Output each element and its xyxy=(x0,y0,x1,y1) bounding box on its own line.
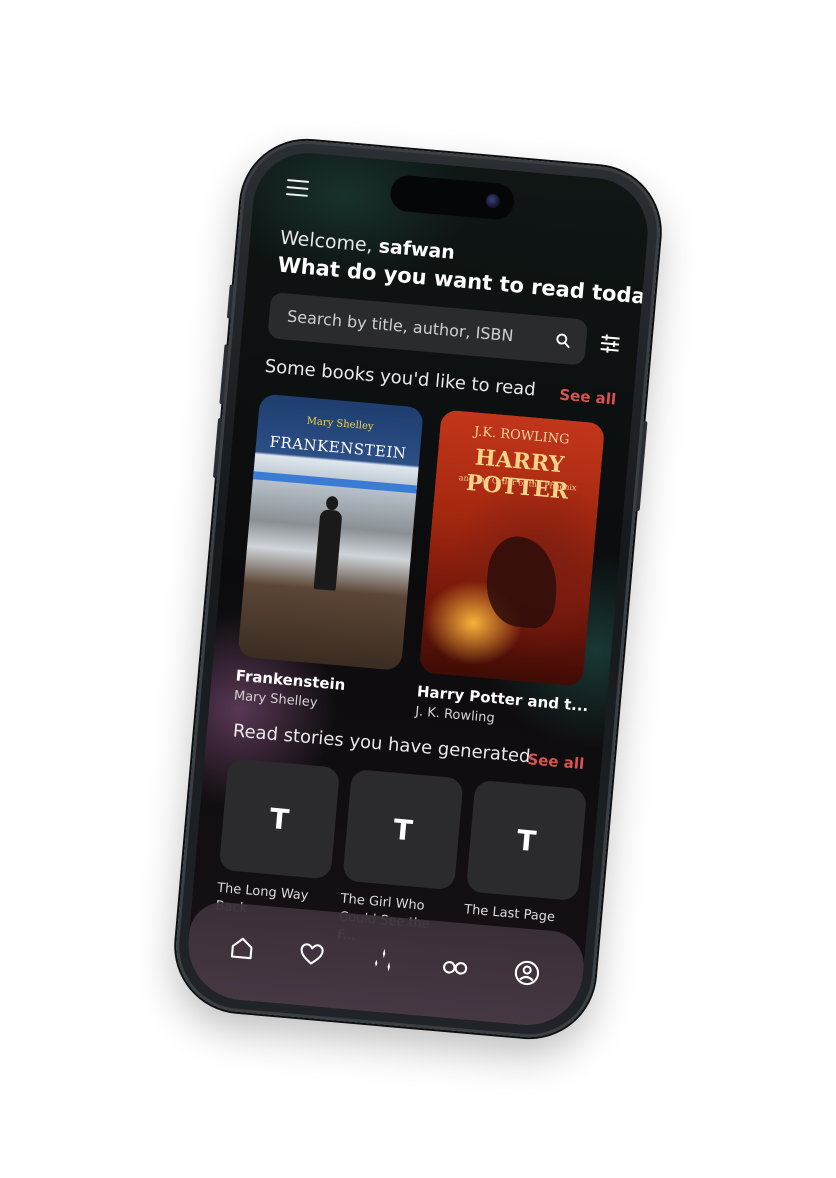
story-thumbnail[interactable]: T xyxy=(342,768,464,891)
menu-icon[interactable] xyxy=(285,179,310,197)
story-thumbnail[interactable]: T xyxy=(465,779,588,902)
camera-icon xyxy=(485,193,501,209)
cover-band xyxy=(252,471,418,494)
book-cover[interactable]: J.K. ROWLING HARRY POTTER and the Order … xyxy=(418,409,606,687)
search-input[interactable] xyxy=(284,305,550,350)
cover-title: FRANKENSTEIN xyxy=(268,432,408,463)
tab-reading[interactable] xyxy=(440,952,470,982)
tab-generate[interactable] xyxy=(368,945,398,975)
book-card-harry-potter[interactable]: J.K. ROWLING HARRY POTTER and the Order … xyxy=(415,409,606,733)
tab-profile[interactable] xyxy=(512,958,542,988)
profile-icon[interactable] xyxy=(512,958,542,988)
app-screen: Welcome, safwan What do you want to read… xyxy=(183,148,653,1030)
tab-home[interactable] xyxy=(227,933,257,963)
books-section-title: Some books you'd like to read xyxy=(263,355,537,401)
book-cover[interactable]: Mary Shelley FRANKENSTEIN xyxy=(237,393,424,671)
cover-dragon xyxy=(483,534,561,630)
filter-icon[interactable] xyxy=(597,331,623,357)
dynamic-island xyxy=(388,174,516,221)
cover-figure xyxy=(313,509,343,591)
welcome-prefix: Welcome, xyxy=(279,226,374,257)
story-thumbnail[interactable]: T xyxy=(218,758,341,880)
username: safwan xyxy=(377,235,456,264)
books-see-all-link[interactable]: See all xyxy=(559,386,617,409)
home-icon[interactable] xyxy=(227,933,257,963)
story-card[interactable]: T The Last Page xyxy=(463,779,588,929)
heart-icon[interactable] xyxy=(297,939,327,969)
book-card-frankenstein[interactable]: Mary Shelley FRANKENSTEIN Frankenstein M… xyxy=(233,393,424,718)
stories-see-all-link[interactable]: See all xyxy=(527,750,585,773)
search-bar[interactable] xyxy=(267,292,589,366)
stories-section-title: Read stories you have generated xyxy=(232,720,532,768)
search-icon[interactable] xyxy=(553,331,573,351)
sparkles-icon[interactable] xyxy=(368,945,398,975)
story-card[interactable]: T The Long Way Back xyxy=(215,758,341,926)
glasses-icon[interactable] xyxy=(440,952,470,982)
phone-mockup: Welcome, safwan What do you want to read… xyxy=(170,135,666,1043)
tab-favorites[interactable] xyxy=(297,939,327,969)
